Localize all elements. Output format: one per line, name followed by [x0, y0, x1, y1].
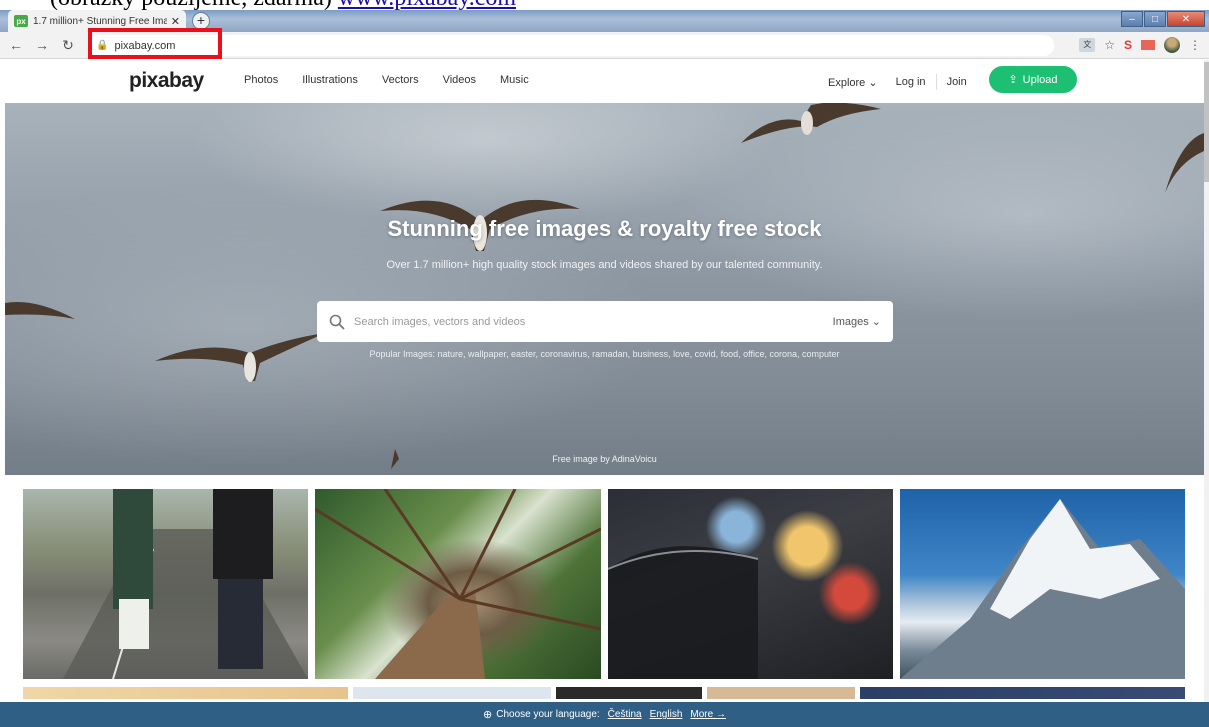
- search-input[interactable]: Search images, vectors and videos: [354, 316, 833, 328]
- pixabay-favicon-icon: px: [14, 15, 28, 27]
- photo-thumbnail[interactable]: [556, 687, 702, 699]
- translate-icon[interactable]: 文: [1079, 38, 1096, 52]
- site-header: pixabay Photos Illustrations Vectors Vid…: [0, 60, 1209, 103]
- image-credit[interactable]: Free image by AdinaVoicu: [5, 454, 1204, 464]
- seagull-image: [5, 302, 75, 319]
- mail-extension-icon[interactable]: [1141, 40, 1155, 50]
- seagull-image: [1165, 133, 1204, 193]
- bookmark-star-icon[interactable]: ☆: [1104, 38, 1115, 52]
- main-nav: Photos Illustrations Vectors Videos Musi…: [244, 74, 553, 86]
- hero-title: Stunning free images & royalty free stoc…: [387, 216, 822, 241]
- language-bar: ⊕ Choose your language: Čeština English …: [0, 702, 1209, 727]
- photo-thumbnail[interactable]: [900, 489, 1185, 679]
- pixabay-logo[interactable]: pixabay: [129, 69, 204, 93]
- language-more-link[interactable]: More →: [690, 709, 726, 720]
- language-english-link[interactable]: English: [650, 709, 683, 720]
- explore-label: Explore: [828, 76, 866, 89]
- back-arrow-icon[interactable]: ←: [6, 37, 26, 53]
- tab-close-icon[interactable]: ✕: [171, 15, 180, 28]
- nav-illustrations[interactable]: Illustrations: [302, 74, 358, 86]
- language-label: Choose your language:: [496, 709, 600, 720]
- reload-icon[interactable]: ↻: [58, 37, 78, 54]
- join-link[interactable]: Join: [947, 76, 967, 88]
- kebab-menu-icon[interactable]: ⋮: [1189, 38, 1201, 52]
- nav-videos[interactable]: Videos: [443, 74, 476, 86]
- popular-searches[interactable]: Popular Images: nature, wallpaper, easte…: [5, 349, 1204, 359]
- nav-photos[interactable]: Photos: [244, 74, 278, 86]
- window-controls: – □ ✕: [1121, 11, 1205, 27]
- maximize-icon[interactable]: □: [1144, 11, 1166, 27]
- page-scrollbar[interactable]: [1204, 60, 1209, 727]
- chevron-down-icon: ⌄: [871, 316, 881, 328]
- photo-thumbnail[interactable]: [860, 687, 1185, 699]
- chevron-down-icon: ⌄: [868, 76, 878, 89]
- url-highlight-box: [88, 28, 222, 59]
- address-bar[interactable]: 🔒 pixabay.com: [88, 35, 1054, 56]
- login-link[interactable]: Log in: [896, 76, 926, 88]
- photo-thumbnail[interactable]: [23, 687, 348, 699]
- profile-avatar-icon[interactable]: [1164, 37, 1180, 53]
- search-type-label: Images: [832, 316, 869, 328]
- hero-banner: Stunning free images & royalty free stoc…: [5, 103, 1204, 475]
- seagull-image: [741, 103, 881, 143]
- search-type-select[interactable]: Images ⌄: [833, 315, 881, 328]
- minimize-icon[interactable]: –: [1121, 11, 1143, 27]
- upload-icon: ⇪: [1008, 74, 1018, 86]
- hero-subtitle: Over 1.7 million+ high quality stock ima…: [386, 259, 823, 271]
- globe-icon: ⊕: [483, 709, 493, 721]
- document-caption: (obrázky použijeme, zdarma) www.pixabay.…: [0, 0, 1209, 10]
- s-extension-icon[interactable]: S: [1124, 38, 1132, 52]
- extension-icons: 文 ☆ S ⋮: [1079, 37, 1201, 53]
- photo-thumbnail[interactable]: [315, 489, 601, 679]
- explore-menu[interactable]: Explore ⌄: [828, 76, 878, 89]
- mountain-image: [900, 499, 1185, 679]
- account-nav: Explore ⌄ Log in Join: [828, 74, 967, 90]
- nav-divider: [935, 74, 937, 90]
- tree-trunk-image: [315, 489, 601, 679]
- photo-thumbnail[interactable]: [608, 489, 893, 679]
- umbrella-image: [608, 546, 759, 679]
- photo-thumbnail[interactable]: [23, 489, 308, 679]
- upload-button[interactable]: ⇪ Upload: [989, 66, 1077, 93]
- search-bar[interactable]: Search images, vectors and videos Images…: [317, 301, 893, 342]
- upload-label: Upload: [1022, 73, 1058, 86]
- tab-title: 1.7 million+ Stunning Free Images: [33, 15, 167, 27]
- photo-thumbnail[interactable]: [353, 687, 551, 699]
- forward-arrow-icon[interactable]: →: [32, 37, 52, 53]
- screenshot-root: (obrázky použijeme, zdarma) www.pixabay.…: [0, 0, 1209, 727]
- photo-thumbnail[interactable]: [707, 687, 855, 699]
- nav-music[interactable]: Music: [500, 74, 529, 86]
- language-czech-link[interactable]: Čeština: [608, 709, 642, 720]
- close-window-icon[interactable]: ✕: [1167, 11, 1205, 27]
- scrollbar-thumb[interactable]: [1204, 62, 1209, 182]
- nav-vectors[interactable]: Vectors: [382, 74, 419, 86]
- couple-walking-image: [63, 489, 308, 679]
- search-icon: [329, 314, 345, 330]
